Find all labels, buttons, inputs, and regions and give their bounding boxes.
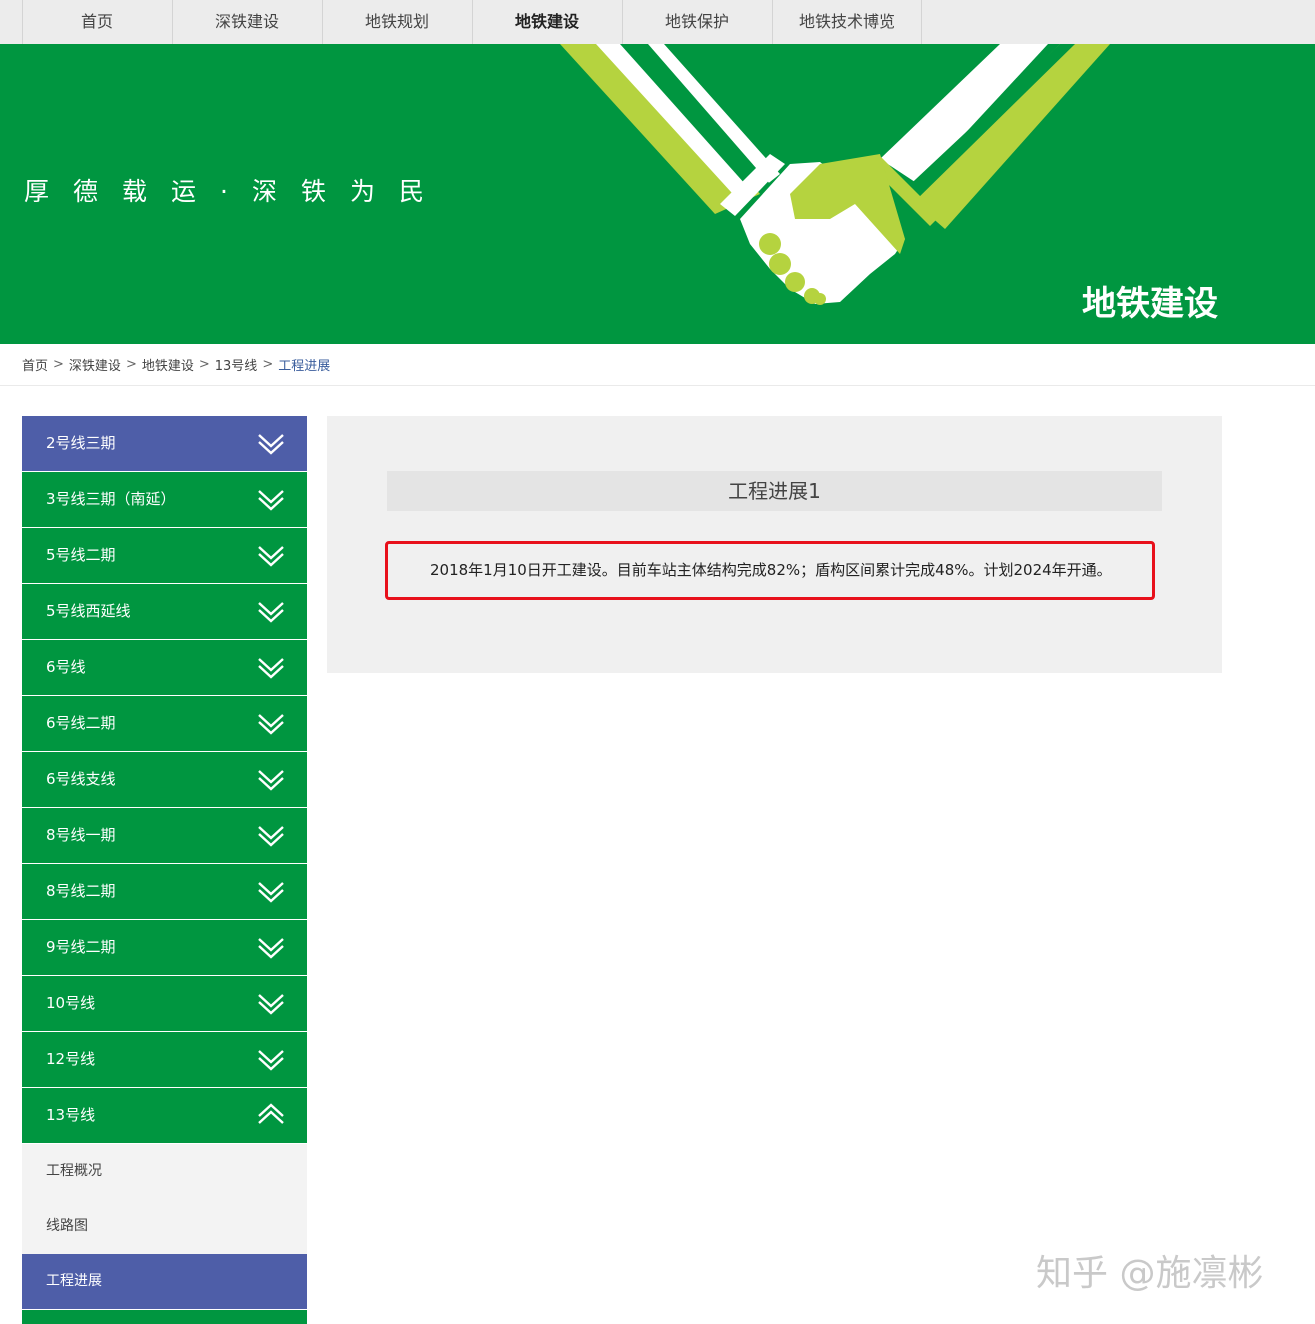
banner-title: 地铁建设 (1082, 284, 1218, 324)
nav-metro-planning[interactable]: 地铁规划 (322, 0, 471, 44)
sidebar-item-line6-branch[interactable]: 6号线支线 (22, 752, 307, 807)
sidebar: 2号线三期 3号线三期（南延） 5号线二期 5号线西延线 6号线 6号线二期 6… (22, 416, 307, 1324)
sidebar-item-line13[interactable]: 13号线 (22, 1088, 307, 1143)
chevron-down-icon (258, 826, 284, 847)
sidebar-item-label: 8号线一期 (46, 826, 116, 844)
sidebar-subitem-label: 工程概况 (46, 1163, 102, 1179)
sidebar-item-label: 6号线 (46, 658, 86, 676)
chevron-down-icon (258, 994, 284, 1015)
breadcrumb-divider (0, 385, 1315, 386)
sidebar-item-line6-phase2[interactable]: 6号线二期 (22, 696, 307, 751)
banner-slogan: 厚德载运·深铁为民 (24, 177, 448, 206)
nav-home[interactable]: 首页 (22, 0, 171, 44)
sidebar-item-line2-phase3[interactable]: 2号线三期 (22, 416, 307, 471)
sidebar-item-label: 9号线二期 (46, 938, 116, 956)
breadcrumb-separator: > (53, 357, 64, 372)
chevron-down-icon (258, 938, 284, 959)
sidebar-item-label: 10号线 (46, 994, 96, 1012)
nav-metro-protection[interactable]: 地铁保护 (622, 0, 771, 44)
sidebar-subitem-label: 线路图 (46, 1218, 88, 1234)
watermark: 知乎 @施凛彬 (1036, 1253, 1264, 1294)
sidebar-item-label: 12号线 (46, 1050, 96, 1068)
content-title: 工程进展1 (387, 471, 1162, 511)
sidebar-subitem-overview[interactable]: 工程概况 (22, 1144, 307, 1199)
breadcrumb-home[interactable]: 首页 (22, 359, 48, 374)
nav-metro-construction[interactable]: 地铁建设 (472, 0, 621, 44)
progress-description: 2018年1月10日开工建设。目前车站主体结构完成82%；盾构区间累计完成48%… (385, 541, 1155, 600)
sidebar-item-line5-west-extension[interactable]: 5号线西延线 (22, 584, 307, 639)
chevron-down-icon (258, 770, 284, 791)
page-banner: 厚德载运·深铁为民 地铁建设 (0, 44, 1315, 344)
sidebar-item-line10[interactable]: 10号线 (22, 976, 307, 1031)
sidebar-item-label: 3号线三期（南延） (46, 490, 176, 508)
sidebar-item-label: 13号线 (46, 1106, 96, 1124)
breadcrumb-separator: > (125, 357, 137, 372)
sidebar-item-label: 6号线二期 (46, 714, 116, 732)
breadcrumb-line13[interactable]: 13号线 (215, 359, 258, 374)
breadcrumb-current[interactable]: 工程进展 (278, 359, 330, 374)
breadcrumb-metro-construction[interactable]: 地铁建设 (142, 359, 194, 374)
chevron-down-icon (258, 882, 284, 903)
sidebar-item-line8-phase2[interactable]: 8号线二期 (22, 864, 307, 919)
chevron-down-icon (258, 1050, 284, 1071)
sidebar-item-label: 6号线支线 (46, 770, 116, 788)
chevron-down-icon (258, 658, 284, 679)
nav-shentie-construction[interactable]: 深铁建设 (172, 0, 321, 44)
sidebar-item-label: 2号线三期 (46, 434, 116, 452)
chevron-down-icon (258, 602, 284, 623)
sidebar-item-label: 8号线二期 (46, 882, 116, 900)
sidebar-subitem-label: 工程进展 (46, 1273, 102, 1289)
content-panel: 工程进展1 2018年1月10日开工建设。目前车站主体结构完成82%；盾构区间累… (327, 416, 1222, 673)
nav-divider (921, 0, 922, 44)
breadcrumb-separator: > (198, 357, 210, 372)
sidebar-subitem-progress[interactable]: 工程进展 (22, 1254, 307, 1309)
nav-metro-tech-expo[interactable]: 地铁技术博览 (772, 0, 921, 44)
sidebar-item-line3-phase3[interactable]: 3号线三期（南延） (22, 472, 307, 527)
sidebar-item-label: 5号线二期 (46, 546, 116, 564)
top-nav: 首页 深铁建设 地铁规划 地铁建设 地铁保护 地铁技术博览 (0, 0, 1315, 44)
chevron-down-icon (258, 490, 284, 511)
breadcrumb-shentie-construction[interactable]: 深铁建设 (69, 359, 121, 374)
sidebar-subitem-route-map[interactable]: 线路图 (22, 1199, 307, 1254)
breadcrumb-separator: > (262, 357, 274, 372)
sidebar-item-label: 5号线西延线 (46, 602, 131, 620)
breadcrumb: 首页 > 深铁建设 > 地铁建设 >13号线 > 工程进展 (22, 355, 330, 375)
chevron-up-icon (258, 1103, 284, 1124)
sidebar-item-line5-phase2[interactable]: 5号线二期 (22, 528, 307, 583)
sidebar-item-line6[interactable]: 6号线 (22, 640, 307, 695)
chevron-down-icon (258, 546, 284, 567)
chevron-down-icon (258, 714, 284, 735)
chevron-down-icon (258, 434, 284, 455)
sidebar-item-line12[interactable]: 12号线 (22, 1032, 307, 1087)
sidebar-item-line8-phase1[interactable]: 8号线一期 (22, 808, 307, 863)
sidebar-item-line9-phase2[interactable]: 9号线二期 (22, 920, 307, 975)
